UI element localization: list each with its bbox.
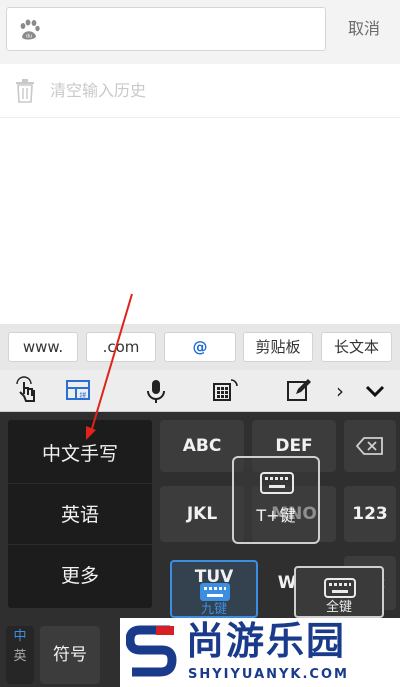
popup-item-chinese-handwriting[interactable]: 中文手写 [8, 424, 152, 484]
chip-at[interactable]: @ [164, 332, 236, 362]
chip-long-text[interactable]: 长文本 [321, 332, 392, 362]
t-plus-key-label: T+键 [256, 506, 296, 525]
key-lang-switch[interactable]: 中 英 [6, 626, 34, 684]
chip-dotcom[interactable]: .com [86, 332, 156, 362]
backspace-icon [356, 437, 383, 455]
quick-input-bar: www. .com @ 剪贴板 长文本 [0, 324, 400, 370]
lang-en-label: 英 [13, 649, 27, 664]
keyboard-icon [260, 472, 294, 494]
key-full-sub: 全键 [325, 600, 352, 615]
key-symbols[interactable]: 符号 [40, 626, 100, 684]
watermark-title: 尚游乐园 [186, 619, 347, 663]
keyboard-icon [200, 583, 230, 601]
key-tuv-nine-keys[interactable]: TUV 九键 [170, 560, 258, 618]
content-area [0, 118, 400, 324]
trash-icon [16, 79, 34, 103]
key-backspace[interactable] [344, 420, 396, 472]
edit-icon[interactable] [284, 376, 314, 406]
clear-history-label: 清空输入历史 [50, 81, 147, 100]
gesture-hand-icon[interactable] [12, 376, 42, 406]
key-tuv-sub: 九键 [200, 602, 227, 617]
baidu-paw-icon: du [20, 19, 40, 40]
chip-clipboard[interactable]: 剪贴板 [243, 332, 313, 362]
keypad-switch-icon[interactable] [210, 376, 240, 406]
svg-text:拼: 拼 [80, 391, 87, 400]
keyboard-toolbar: 拼 › [0, 370, 400, 412]
svg-text:du: du [26, 34, 32, 40]
more-arrow-icon[interactable]: › [333, 378, 347, 404]
key-full-keyboard[interactable]: 全键 [294, 566, 384, 618]
watermark-url: SHYIYUANYK.COM [188, 667, 349, 682]
key-numbers[interactable]: 123 [344, 486, 396, 542]
microphone-icon[interactable] [141, 376, 171, 406]
keyboard-icon [324, 578, 356, 598]
input-mode-popup: 中文手写 英语 更多 [8, 420, 152, 608]
clear-history-row[interactable]: 清空输入历史 [0, 64, 400, 118]
layout-pinyin-icon[interactable]: 拼 [64, 376, 94, 406]
watermark-logo: 尚游乐园 SHYIYUANYK.COM [120, 618, 400, 687]
t-plus-key-tooltip: T+键 [232, 456, 320, 544]
popup-item-english[interactable]: 英语 [8, 485, 152, 545]
chevron-down-icon[interactable] [360, 376, 390, 406]
cancel-button[interactable]: 取消 [336, 7, 392, 51]
chip-www[interactable]: www. [8, 332, 78, 362]
popup-item-more[interactable]: 更多 [8, 546, 152, 606]
watermark-s-logo-icon [126, 625, 177, 677]
lang-zh-label: 中 [13, 629, 27, 644]
search-input[interactable]: du [6, 7, 326, 51]
